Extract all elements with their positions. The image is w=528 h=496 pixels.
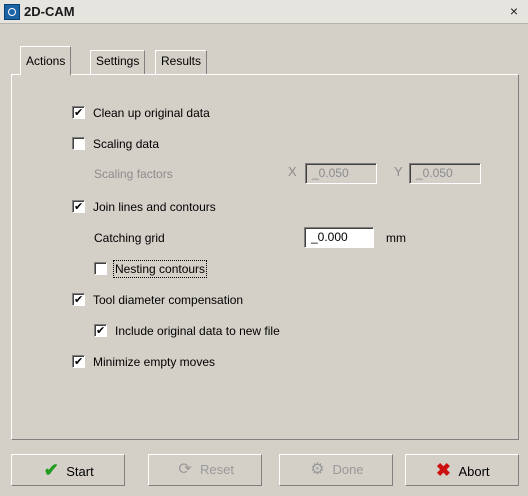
reset-label: Reset — [200, 462, 234, 477]
catching-grid-input[interactable]: _0.000 — [304, 227, 374, 248]
tool-comp-option[interactable]: Tool diameter compensation — [72, 291, 243, 309]
scaling-label: Scaling data — [93, 137, 160, 151]
tab-results-label: Results — [161, 54, 202, 68]
dialog-window: 2D-CAM × Actions Settings Results Clean … — [0, 0, 528, 496]
nesting-label: Nesting contours — [112, 260, 208, 278]
include-original-checkbox[interactable] — [94, 322, 107, 340]
nesting-option[interactable]: Nesting contours — [94, 260, 208, 278]
reset-icon: ⟳ — [178, 461, 192, 478]
clean-up-label: Clean up original data — [93, 106, 210, 120]
done-label: Done — [332, 462, 364, 477]
start-label: Start — [66, 464, 94, 479]
clean-up-option[interactable]: Clean up original data — [72, 104, 210, 122]
tab-settings[interactable]: Settings — [90, 50, 146, 74]
actions-panel — [11, 74, 519, 440]
reset-button[interactable]: ⟳ Reset — [148, 454, 262, 486]
title-bar[interactable]: 2D-CAM × — [0, 0, 528, 24]
catching-grid-unit: mm — [386, 231, 406, 245]
minimize-label: Minimize empty moves — [93, 355, 216, 369]
scale-x-input[interactable]: _0.050 — [305, 163, 377, 184]
minimize-checkbox[interactable] — [72, 353, 85, 371]
scale-x-label: X — [288, 164, 297, 179]
scaling-factors-label: Scaling factors — [94, 167, 173, 181]
tab-actions-label: Actions — [26, 54, 66, 68]
abort-button[interactable]: ✖ Abort — [405, 454, 519, 486]
tab-settings-label: Settings — [96, 54, 140, 68]
done-button[interactable]: ⚙ Done — [279, 454, 393, 486]
include-original-option[interactable]: Include original data to new file — [94, 322, 280, 340]
tool-comp-label: Tool diameter compensation — [93, 293, 244, 307]
include-original-label: Include original data to new file — [115, 324, 280, 338]
scaling-option[interactable]: Scaling data — [72, 135, 159, 153]
clean-up-checkbox[interactable] — [72, 104, 85, 122]
close-button[interactable]: × — [506, 3, 522, 19]
start-button[interactable]: ✔ Start — [11, 454, 125, 486]
catching-grid-label: Catching grid — [94, 231, 165, 245]
x-icon: ✖ — [435, 460, 451, 480]
tab-actions[interactable]: Actions — [20, 46, 72, 75]
done-icon: ⚙ — [310, 461, 325, 478]
join-checkbox[interactable] — [72, 198, 85, 216]
nesting-checkbox[interactable] — [94, 262, 107, 275]
scale-y-label: Y — [394, 164, 403, 179]
scale-y-input[interactable]: _0.050 — [409, 163, 481, 184]
scaling-checkbox[interactable] — [72, 137, 85, 150]
tab-results[interactable]: Results — [155, 50, 208, 74]
app-icon — [4, 4, 20, 20]
join-label: Join lines and contours — [93, 200, 216, 214]
abort-label: Abort — [458, 464, 490, 479]
minimize-option[interactable]: Minimize empty moves — [72, 353, 215, 371]
checkmark-icon: ✔ — [43, 460, 59, 480]
tool-comp-checkbox[interactable] — [72, 291, 85, 309]
join-option[interactable]: Join lines and contours — [72, 198, 216, 216]
window-title: 2D-CAM — [24, 4, 75, 19]
